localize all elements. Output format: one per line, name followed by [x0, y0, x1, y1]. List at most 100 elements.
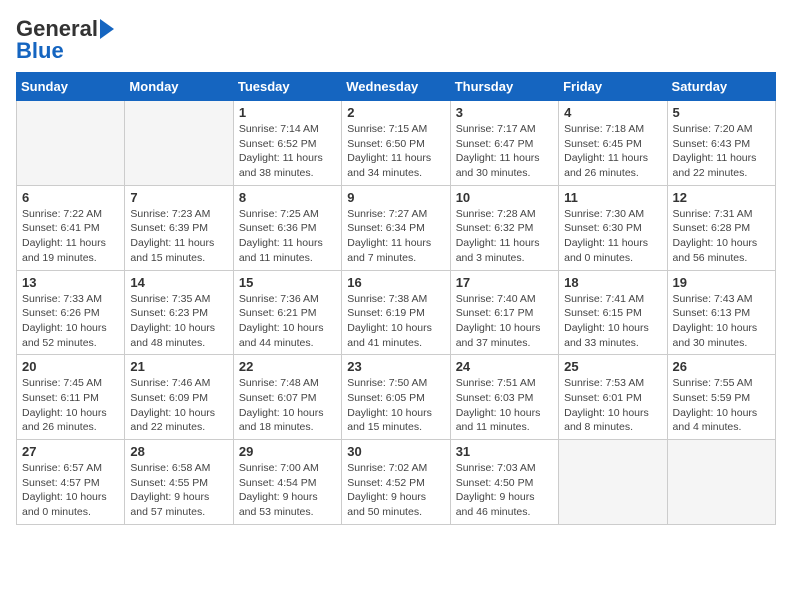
- calendar-cell: 25Sunrise: 7:53 AM Sunset: 6:01 PM Dayli…: [559, 355, 667, 440]
- day-content: Sunrise: 7:35 AM Sunset: 6:23 PM Dayligh…: [130, 292, 227, 351]
- day-content: Sunrise: 7:03 AM Sunset: 4:50 PM Dayligh…: [456, 461, 553, 520]
- day-number: 23: [347, 359, 444, 374]
- day-content: Sunrise: 7:14 AM Sunset: 6:52 PM Dayligh…: [239, 122, 336, 181]
- calendar-header-saturday: Saturday: [667, 73, 775, 101]
- day-content: Sunrise: 7:50 AM Sunset: 6:05 PM Dayligh…: [347, 376, 444, 435]
- day-number: 30: [347, 444, 444, 459]
- day-number: 12: [673, 190, 770, 205]
- day-content: Sunrise: 7:55 AM Sunset: 5:59 PM Dayligh…: [673, 376, 770, 435]
- calendar-cell: [17, 101, 125, 186]
- calendar-cell: 27Sunrise: 6:57 AM Sunset: 4:57 PM Dayli…: [17, 440, 125, 525]
- day-content: Sunrise: 7:00 AM Sunset: 4:54 PM Dayligh…: [239, 461, 336, 520]
- calendar-header-friday: Friday: [559, 73, 667, 101]
- calendar-cell: 22 Sunrise: 7:48 AM Sunset: 6:07 PM Dayli…: [233, 355, 341, 440]
- calendar-cell: 1Sunrise: 7:14 AM Sunset: 6:52 PM Daylig…: [233, 101, 341, 186]
- calendar-cell: 7 Sunrise: 7:23 AM Sunset: 6:39 PM Daylig…: [125, 185, 233, 270]
- calendar-cell: 9 Sunrise: 7:27 AM Sunset: 6:34 PM Daylig…: [342, 185, 450, 270]
- day-content: Sunrise: 7:33 AM Sunset: 6:26 PM Dayligh…: [22, 292, 119, 351]
- day-number: 6: [22, 190, 119, 205]
- calendar-cell: 31 Sunrise: 7:03 AM Sunset: 4:50 PM Dayli…: [450, 440, 558, 525]
- calendar-cell: 13 Sunrise: 7:33 AM Sunset: 6:26 PM Dayli…: [17, 270, 125, 355]
- day-content: Sunrise: 7:20 AM Sunset: 6:43 PM Dayligh…: [673, 122, 770, 181]
- day-number: 4: [564, 105, 661, 120]
- day-content: Sunrise: 7:23 AM Sunset: 6:39 PM Dayligh…: [130, 207, 227, 266]
- day-number: 8: [239, 190, 336, 205]
- calendar-cell: 17 Sunrise: 7:40 AM Sunset: 6:17 PM Dayli…: [450, 270, 558, 355]
- calendar-week-row: 27Sunrise: 6:57 AM Sunset: 4:57 PM Dayli…: [17, 440, 776, 525]
- day-content: Sunrise: 7:15 AM Sunset: 6:50 PM Dayligh…: [347, 122, 444, 181]
- page-header: General Blue: [16, 16, 776, 64]
- day-number: 11: [564, 190, 661, 205]
- calendar-header-monday: Monday: [125, 73, 233, 101]
- calendar-header-tuesday: Tuesday: [233, 73, 341, 101]
- day-number: 16: [347, 275, 444, 290]
- calendar-cell: 28Sunrise: 6:58 AM Sunset: 4:55 PM Dayli…: [125, 440, 233, 525]
- calendar-header-sunday: Sunday: [17, 73, 125, 101]
- calendar-cell: 8 Sunrise: 7:25 AM Sunset: 6:36 PM Daylig…: [233, 185, 341, 270]
- calendar-week-row: 6 Sunrise: 7:22 AM Sunset: 6:41 PM Daylig…: [17, 185, 776, 270]
- day-number: 24: [456, 359, 553, 374]
- calendar-cell: 14 Sunrise: 7:35 AM Sunset: 6:23 PM Dayli…: [125, 270, 233, 355]
- calendar-cell: 15 Sunrise: 7:36 AM Sunset: 6:21 PM Dayli…: [233, 270, 341, 355]
- calendar-cell: 21 Sunrise: 7:46 AM Sunset: 6:09 PM Dayli…: [125, 355, 233, 440]
- day-number: 21: [130, 359, 227, 374]
- calendar-cell: 2Sunrise: 7:15 AM Sunset: 6:50 PM Daylig…: [342, 101, 450, 186]
- logo-blue: Blue: [16, 38, 64, 64]
- day-content: Sunrise: 7:46 AM Sunset: 6:09 PM Dayligh…: [130, 376, 227, 435]
- calendar-cell: 24 Sunrise: 7:51 AM Sunset: 6:03 PM Dayli…: [450, 355, 558, 440]
- day-number: 14: [130, 275, 227, 290]
- calendar-cell: 23 Sunrise: 7:50 AM Sunset: 6:05 PM Dayli…: [342, 355, 450, 440]
- calendar-cell: 16Sunrise: 7:38 AM Sunset: 6:19 PM Dayli…: [342, 270, 450, 355]
- day-content: Sunrise: 7:31 AM Sunset: 6:28 PM Dayligh…: [673, 207, 770, 266]
- calendar-week-row: 20Sunrise: 7:45 AM Sunset: 6:11 PM Dayli…: [17, 355, 776, 440]
- calendar-cell: 19 Sunrise: 7:43 AM Sunset: 6:13 PM Dayli…: [667, 270, 775, 355]
- calendar-week-row: 1Sunrise: 7:14 AM Sunset: 6:52 PM Daylig…: [17, 101, 776, 186]
- calendar-cell: 20Sunrise: 7:45 AM Sunset: 6:11 PM Dayli…: [17, 355, 125, 440]
- day-content: Sunrise: 7:27 AM Sunset: 6:34 PM Dayligh…: [347, 207, 444, 266]
- calendar-cell: 18Sunrise: 7:41 AM Sunset: 6:15 PM Dayli…: [559, 270, 667, 355]
- day-number: 3: [456, 105, 553, 120]
- day-number: 15: [239, 275, 336, 290]
- day-number: 26: [673, 359, 770, 374]
- day-number: 19: [673, 275, 770, 290]
- day-content: Sunrise: 7:48 AM Sunset: 6:07 PM Dayligh…: [239, 376, 336, 435]
- day-number: 22: [239, 359, 336, 374]
- calendar-cell: 6 Sunrise: 7:22 AM Sunset: 6:41 PM Daylig…: [17, 185, 125, 270]
- calendar-cell: 10 Sunrise: 7:28 AM Sunset: 6:32 PM Dayli…: [450, 185, 558, 270]
- day-number: 5: [673, 105, 770, 120]
- day-content: Sunrise: 7:30 AM Sunset: 6:30 PM Dayligh…: [564, 207, 661, 266]
- day-content: Sunrise: 7:25 AM Sunset: 6:36 PM Dayligh…: [239, 207, 336, 266]
- logo: General Blue: [16, 16, 114, 64]
- calendar-cell: 11 Sunrise: 7:30 AM Sunset: 6:30 PM Dayli…: [559, 185, 667, 270]
- day-content: Sunrise: 7:40 AM Sunset: 6:17 PM Dayligh…: [456, 292, 553, 351]
- calendar-week-row: 13 Sunrise: 7:33 AM Sunset: 6:26 PM Dayli…: [17, 270, 776, 355]
- day-content: Sunrise: 7:17 AM Sunset: 6:47 PM Dayligh…: [456, 122, 553, 181]
- day-content: Sunrise: 7:36 AM Sunset: 6:21 PM Dayligh…: [239, 292, 336, 351]
- day-content: Sunrise: 7:22 AM Sunset: 6:41 PM Dayligh…: [22, 207, 119, 266]
- day-number: 9: [347, 190, 444, 205]
- day-content: Sunrise: 6:57 AM Sunset: 4:57 PM Dayligh…: [22, 461, 119, 520]
- calendar-cell: [125, 101, 233, 186]
- calendar-cell: 4 Sunrise: 7:18 AM Sunset: 6:45 PM Daylig…: [559, 101, 667, 186]
- day-number: 13: [22, 275, 119, 290]
- day-number: 10: [456, 190, 553, 205]
- day-content: Sunrise: 7:28 AM Sunset: 6:32 PM Dayligh…: [456, 207, 553, 266]
- day-number: 31: [456, 444, 553, 459]
- day-number: 17: [456, 275, 553, 290]
- day-number: 7: [130, 190, 227, 205]
- day-number: 25: [564, 359, 661, 374]
- calendar-cell: 3 Sunrise: 7:17 AM Sunset: 6:47 PM Daylig…: [450, 101, 558, 186]
- day-content: Sunrise: 7:41 AM Sunset: 6:15 PM Dayligh…: [564, 292, 661, 351]
- logo-arrow-icon: [100, 19, 114, 39]
- calendar-header-thursday: Thursday: [450, 73, 558, 101]
- day-content: Sunrise: 7:02 AM Sunset: 4:52 PM Dayligh…: [347, 461, 444, 520]
- calendar-cell: [667, 440, 775, 525]
- calendar-cell: 29Sunrise: 7:00 AM Sunset: 4:54 PM Dayli…: [233, 440, 341, 525]
- calendar-header-wednesday: Wednesday: [342, 73, 450, 101]
- calendar-cell: 26 Sunrise: 7:55 AM Sunset: 5:59 PM Dayli…: [667, 355, 775, 440]
- day-content: Sunrise: 7:51 AM Sunset: 6:03 PM Dayligh…: [456, 376, 553, 435]
- calendar-cell: 30 Sunrise: 7:02 AM Sunset: 4:52 PM Dayli…: [342, 440, 450, 525]
- day-content: Sunrise: 7:18 AM Sunset: 6:45 PM Dayligh…: [564, 122, 661, 181]
- day-content: Sunrise: 7:43 AM Sunset: 6:13 PM Dayligh…: [673, 292, 770, 351]
- day-content: Sunrise: 6:58 AM Sunset: 4:55 PM Dayligh…: [130, 461, 227, 520]
